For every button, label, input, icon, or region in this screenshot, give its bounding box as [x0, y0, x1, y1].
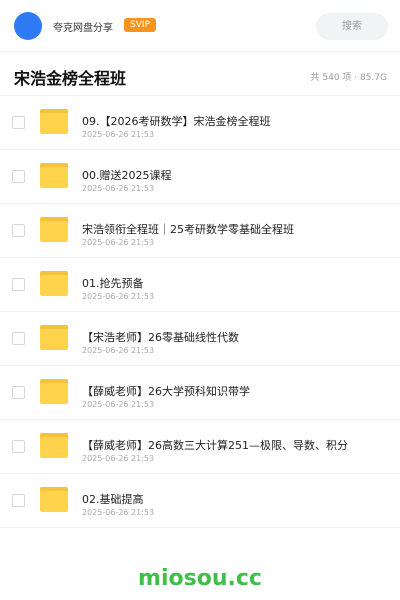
file-row[interactable]: 【宋浩老师】26零基础线性代数 2025-06-26 21:53	[0, 312, 400, 366]
folder-icon	[40, 217, 68, 242]
file-name: 【薛威老师】26高数三大计算251—极限、导数、积分	[82, 439, 348, 452]
folder-icon	[40, 433, 68, 458]
file-row[interactable]: 09.【2026考研数学】宋浩金榜全程班 2025-06-26 21:53	[0, 96, 400, 150]
checkbox[interactable]	[12, 440, 25, 453]
folder-icon	[40, 379, 68, 404]
file-date: 2025-06-26 21:53	[82, 454, 155, 463]
file-name: 00.赠送2025课程	[82, 169, 172, 182]
folder-icon	[40, 487, 68, 512]
file-name: 【薛威老师】26大学预科知识带学	[82, 385, 250, 398]
file-row[interactable]: 【薛威老师】26大学预科知识带学 2025-06-26 21:53	[0, 366, 400, 420]
file-date: 2025-06-26 21:53	[82, 184, 155, 193]
watermark: miosou.cc	[138, 566, 262, 591]
folder-icon	[40, 109, 68, 134]
checkbox[interactable]	[12, 332, 25, 345]
checkbox[interactable]	[12, 278, 25, 291]
file-name: 09.【2026考研数学】宋浩金榜全程班	[82, 115, 271, 128]
file-row[interactable]: 宋浩领衔全程班｜25考研数学零基础全程班 2025-06-26 21:53	[0, 204, 400, 258]
folder-meta: 共 540 项 · 85.7G	[310, 73, 388, 83]
file-row[interactable]: 02.基础提高 2025-06-26 21:53	[0, 474, 400, 528]
file-list: 09.【2026考研数学】宋浩金榜全程班 2025-06-26 21:53 00…	[0, 96, 400, 528]
file-date: 2025-06-26 21:53	[82, 400, 155, 409]
avatar[interactable]	[14, 12, 42, 40]
file-date: 2025-06-26 21:53	[82, 238, 155, 247]
checkbox[interactable]	[12, 170, 25, 183]
checkbox[interactable]	[12, 116, 25, 129]
search-input[interactable]	[316, 13, 388, 40]
checkbox[interactable]	[12, 224, 25, 237]
file-row[interactable]: 00.赠送2025课程 2025-06-26 21:53	[0, 150, 400, 204]
file-date: 2025-06-26 21:53	[82, 292, 155, 301]
file-date: 2025-06-26 21:53	[82, 508, 155, 517]
folder-header: 宋浩金榜全程班 共 540 项 · 85.7G	[0, 52, 400, 96]
file-name: 宋浩领衔全程班｜25考研数学零基础全程班	[82, 223, 294, 236]
folder-icon	[40, 163, 68, 188]
folder-icon	[40, 325, 68, 350]
file-date: 2025-06-26 21:53	[82, 130, 155, 139]
file-row[interactable]: 【薛威老师】26高数三大计算251—极限、导数、积分 2025-06-26 21…	[0, 420, 400, 474]
checkbox[interactable]	[12, 386, 25, 399]
file-row[interactable]: 01.抢先预备 2025-06-26 21:53	[0, 258, 400, 312]
file-date: 2025-06-26 21:53	[82, 346, 155, 355]
svip-badge: SVIP	[124, 18, 156, 32]
top-bar: 夸克网盘分享 SVIP	[0, 0, 400, 52]
app-name: 夸克网盘分享	[53, 23, 113, 34]
folder-icon	[40, 271, 68, 296]
file-name: 01.抢先预备	[82, 277, 144, 290]
page-title: 宋浩金榜全程班	[14, 69, 127, 88]
file-name: 【宋浩老师】26零基础线性代数	[82, 331, 239, 344]
checkbox[interactable]	[12, 494, 25, 507]
file-name: 02.基础提高	[82, 493, 144, 506]
